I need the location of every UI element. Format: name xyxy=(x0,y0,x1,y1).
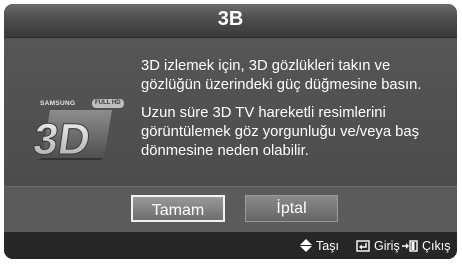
dialog-titlebar: 3B xyxy=(4,4,457,38)
dialog-title: 3B xyxy=(217,8,244,30)
exit-hint: Çıkış xyxy=(402,239,450,253)
full-hd-badge: FULL HD xyxy=(92,99,124,108)
exit-icon xyxy=(402,240,418,252)
dialog-messages: 3D izlemek için, 3D gözlükleri takın ve … xyxy=(141,57,446,170)
move-hint: Taşı xyxy=(300,239,339,253)
message-glasses-instruction: 3D izlemek için, 3D gözlükleri takın ve … xyxy=(141,58,422,93)
remote-hint-bar: Taşı Giriş Çıkış xyxy=(4,232,457,259)
move-hint-label: Taşı xyxy=(316,239,339,253)
samsung-3d-logo: 3D SAMSUNG FULL HD xyxy=(30,68,124,164)
samsung-brand-text: SAMSUNG xyxy=(40,100,76,107)
enter-icon xyxy=(356,240,370,252)
dialog-content: 3D SAMSUNG FULL HD 3D izlemek için, 3D g… xyxy=(4,38,457,186)
enter-hint-label: Giriş xyxy=(374,239,400,253)
exit-hint-label: Çıkış xyxy=(422,239,451,253)
cancel-button[interactable]: İptal xyxy=(245,195,338,222)
3d-info-dialog: 3B 3D SAMSUNG FULL HD 3D izlemek için, 3… xyxy=(4,4,457,259)
message-health-warning: Uzun süre 3D TV hareketli resimlerini gö… xyxy=(141,105,420,159)
3d-logo-graphic: 3D xyxy=(30,110,112,164)
3d-mark-text: 3D xyxy=(32,115,93,160)
ok-button[interactable]: Tamam xyxy=(131,195,225,222)
enter-hint: Giriş xyxy=(356,239,400,253)
dialog-button-bar: Tamam İptal xyxy=(4,186,457,232)
up-down-arrows-icon xyxy=(300,239,312,252)
